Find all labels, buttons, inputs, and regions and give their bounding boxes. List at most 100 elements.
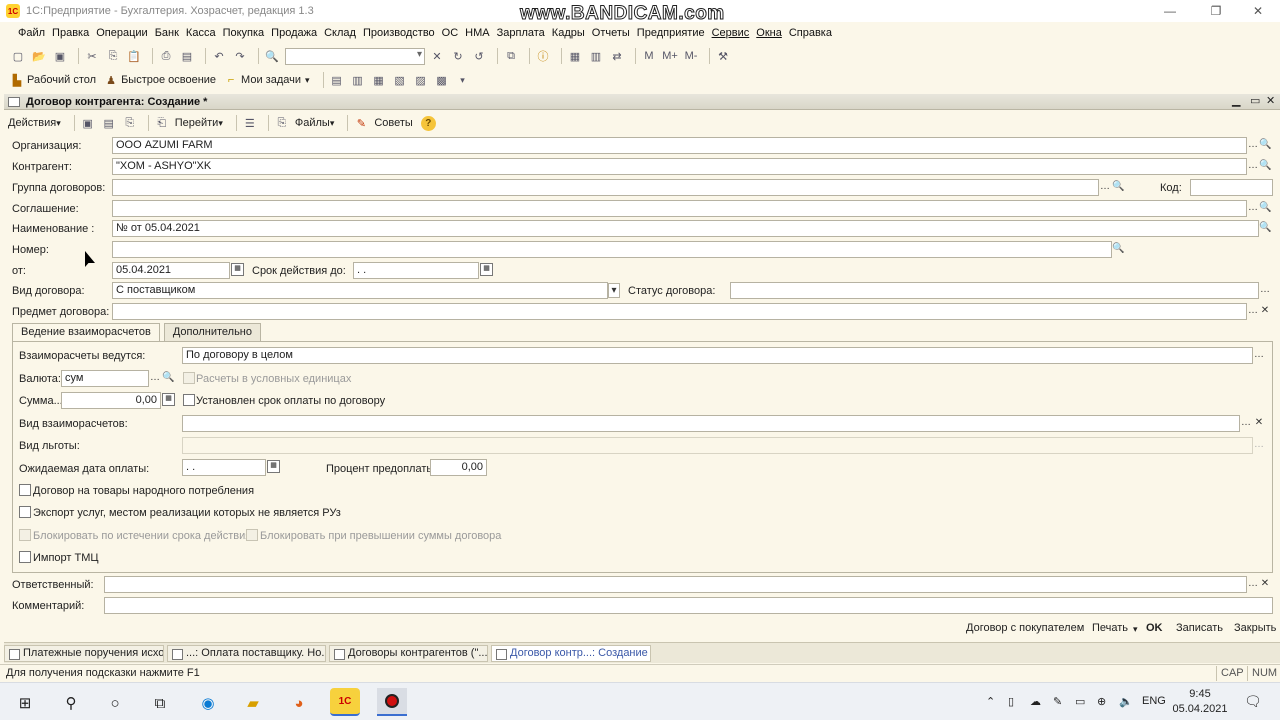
close-icon[interactable]: ✕	[1236, 0, 1280, 22]
menu-nma[interactable]: НМА	[465, 27, 489, 39]
menu-edit[interactable]: Правка	[52, 27, 89, 39]
file-explorer-icon[interactable]: ▰	[242, 692, 264, 714]
find-next-icon[interactable]: ↻	[450, 48, 466, 64]
doc-close-icon[interactable]: ✕	[1266, 94, 1275, 107]
save-icon[interactable]: ▣	[52, 48, 68, 64]
payment-term-checkbox[interactable]	[183, 394, 195, 406]
search-icon[interactable]: 🔍	[1259, 201, 1271, 216]
desktop-button[interactable]: ▙ Рабочий стол	[10, 73, 96, 87]
organization-field[interactable]: ООО AZUMI FARM	[112, 137, 1247, 154]
my-tasks-button[interactable]: ⌐ Мои задачи ▾	[224, 73, 310, 87]
calendar-icon[interactable]: ▦	[267, 460, 280, 473]
clear-icon[interactable]: ✕	[429, 48, 445, 64]
block-expiry-checkbox[interactable]	[19, 529, 31, 541]
contract-group-field[interactable]	[112, 179, 1099, 196]
calculator-icon[interactable]: ▥	[588, 48, 604, 64]
contract-status-field[interactable]	[730, 282, 1259, 299]
menu-os[interactable]: ОС	[442, 27, 459, 39]
clock[interactable]: 9:45 05.04.2021	[1160, 687, 1240, 717]
pen-icon[interactable]: ✎	[1053, 695, 1062, 708]
menu-file[interactable]: Файл	[18, 27, 45, 39]
search-icon[interactable]: 🔍	[1112, 242, 1124, 257]
sale-doc-icon[interactable]: ▧	[392, 72, 408, 88]
select-icon[interactable]: …	[1253, 348, 1265, 363]
memory-m-icon[interactable]: M	[641, 48, 657, 64]
search-combo[interactable]	[285, 47, 425, 65]
menu-reports[interactable]: Отчеты	[592, 27, 630, 39]
help-icon[interactable]: ?	[420, 115, 436, 131]
copy-icon[interactable]: ⎘	[105, 48, 121, 64]
structure-icon[interactable]: ☰	[242, 115, 258, 131]
search-icon[interactable]: 🔍	[162, 371, 174, 386]
menu-salary[interactable]: Зарплата	[497, 27, 545, 39]
memory-minus-icon[interactable]: M-	[683, 48, 699, 64]
chevron-down-icon[interactable]: ▾	[608, 283, 620, 298]
tools-icon[interactable]: ⚒	[715, 48, 731, 64]
select-icon[interactable]: …	[1259, 283, 1271, 298]
calendar-icon[interactable]: ▦	[231, 263, 244, 276]
consumer-goods-checkbox[interactable]	[19, 484, 31, 496]
preview-icon[interactable]: ▤	[179, 48, 195, 64]
search-icon[interactable]: 🔍	[1259, 221, 1271, 236]
select-icon[interactable]: …	[1253, 438, 1265, 453]
print-icon[interactable]: ⎙	[158, 48, 174, 64]
select-icon[interactable]: …	[1247, 304, 1259, 319]
conventional-units-checkbox[interactable]	[183, 372, 195, 384]
name-field[interactable]: № от 05.04.2021	[112, 220, 1259, 237]
post-icon[interactable]: ▤	[101, 115, 117, 131]
copy-doc-icon[interactable]: ⎘	[122, 115, 138, 131]
cut-icon[interactable]: ✂	[84, 48, 100, 64]
clear-icon[interactable]: ✕	[1259, 577, 1271, 592]
menu-enterprise[interactable]: Предприятие	[637, 27, 705, 39]
responsible-field[interactable]	[104, 576, 1247, 593]
select-icon[interactable]: …	[1240, 416, 1252, 431]
open-icon[interactable]: 📂	[31, 48, 47, 64]
chevron-down-icon[interactable]: ▾	[455, 72, 471, 88]
contract-kind-select[interactable]: С поставщиком	[112, 282, 608, 299]
select-icon[interactable]: …	[149, 371, 161, 386]
save-button[interactable]: Записать	[1176, 622, 1223, 634]
task-view-icon[interactable]: ⧉	[149, 692, 171, 714]
buyer-contract-button[interactable]: Договор с покупателем	[966, 622, 1084, 634]
restore-icon[interactable]: ❐	[1194, 0, 1238, 22]
info-icon[interactable]: ⓘ	[535, 48, 551, 64]
device-icon[interactable]: ▯	[1008, 695, 1014, 708]
search-icon[interactable]: ⚲	[60, 692, 82, 714]
chevron-up-icon[interactable]: ⌃	[986, 695, 995, 708]
menu-cash[interactable]: Касса	[186, 27, 216, 39]
files-button[interactable]: Файлы	[295, 117, 334, 129]
find-icon[interactable]: 🔍	[264, 48, 280, 64]
memory-plus-icon[interactable]: M+	[662, 48, 678, 64]
goto-button[interactable]: Перейти	[175, 117, 223, 129]
expected-date-field[interactable]: . .	[182, 459, 266, 476]
currency-field[interactable]: сум	[61, 370, 149, 387]
menu-operations[interactable]: Операции	[96, 27, 147, 39]
code-field[interactable]	[1190, 179, 1273, 196]
minimize-icon[interactable]: —	[1148, 0, 1192, 22]
find-prev-icon[interactable]: ↺	[471, 48, 487, 64]
more-doc-icon[interactable]: ▩	[434, 72, 450, 88]
window-tab[interactable]: Платежные поручения исхо...	[4, 645, 164, 662]
firefox-icon[interactable]: ◕	[288, 692, 310, 714]
actions-button[interactable]: Действия	[8, 117, 61, 129]
menu-bank[interactable]: Банк	[155, 27, 179, 39]
search-icon[interactable]: 🔍	[1259, 138, 1271, 153]
window-tab[interactable]: Договоры контрагентов ("...	[329, 645, 488, 662]
calculator-icon[interactable]: ▦	[162, 393, 175, 406]
settlement-kind-field[interactable]	[182, 415, 1240, 432]
import-goods-checkbox[interactable]	[19, 551, 31, 563]
settlements-field[interactable]: По договору в целом	[182, 347, 1253, 364]
app-1c-icon[interactable]: 1С	[330, 688, 360, 716]
redo-icon[interactable]: ↷	[232, 48, 248, 64]
clear-icon[interactable]: ✕	[1259, 304, 1271, 319]
based-on-icon[interactable]: ⎗	[154, 115, 170, 131]
tab-settlements[interactable]: Ведение взаиморасчетов	[12, 323, 160, 342]
menu-purchase[interactable]: Покупка	[223, 27, 265, 39]
block-sum-checkbox[interactable]	[246, 529, 258, 541]
doc-maximize-icon[interactable]: ▭	[1250, 94, 1260, 107]
undo-icon[interactable]: ↶	[211, 48, 227, 64]
new-icon[interactable]: ▢	[10, 48, 26, 64]
save-close-icon[interactable]: ▣	[80, 115, 96, 131]
prepayment-field[interactable]: 0,00	[430, 459, 487, 476]
window-tab-active[interactable]: Договор контр...: Создание *	[491, 645, 651, 662]
